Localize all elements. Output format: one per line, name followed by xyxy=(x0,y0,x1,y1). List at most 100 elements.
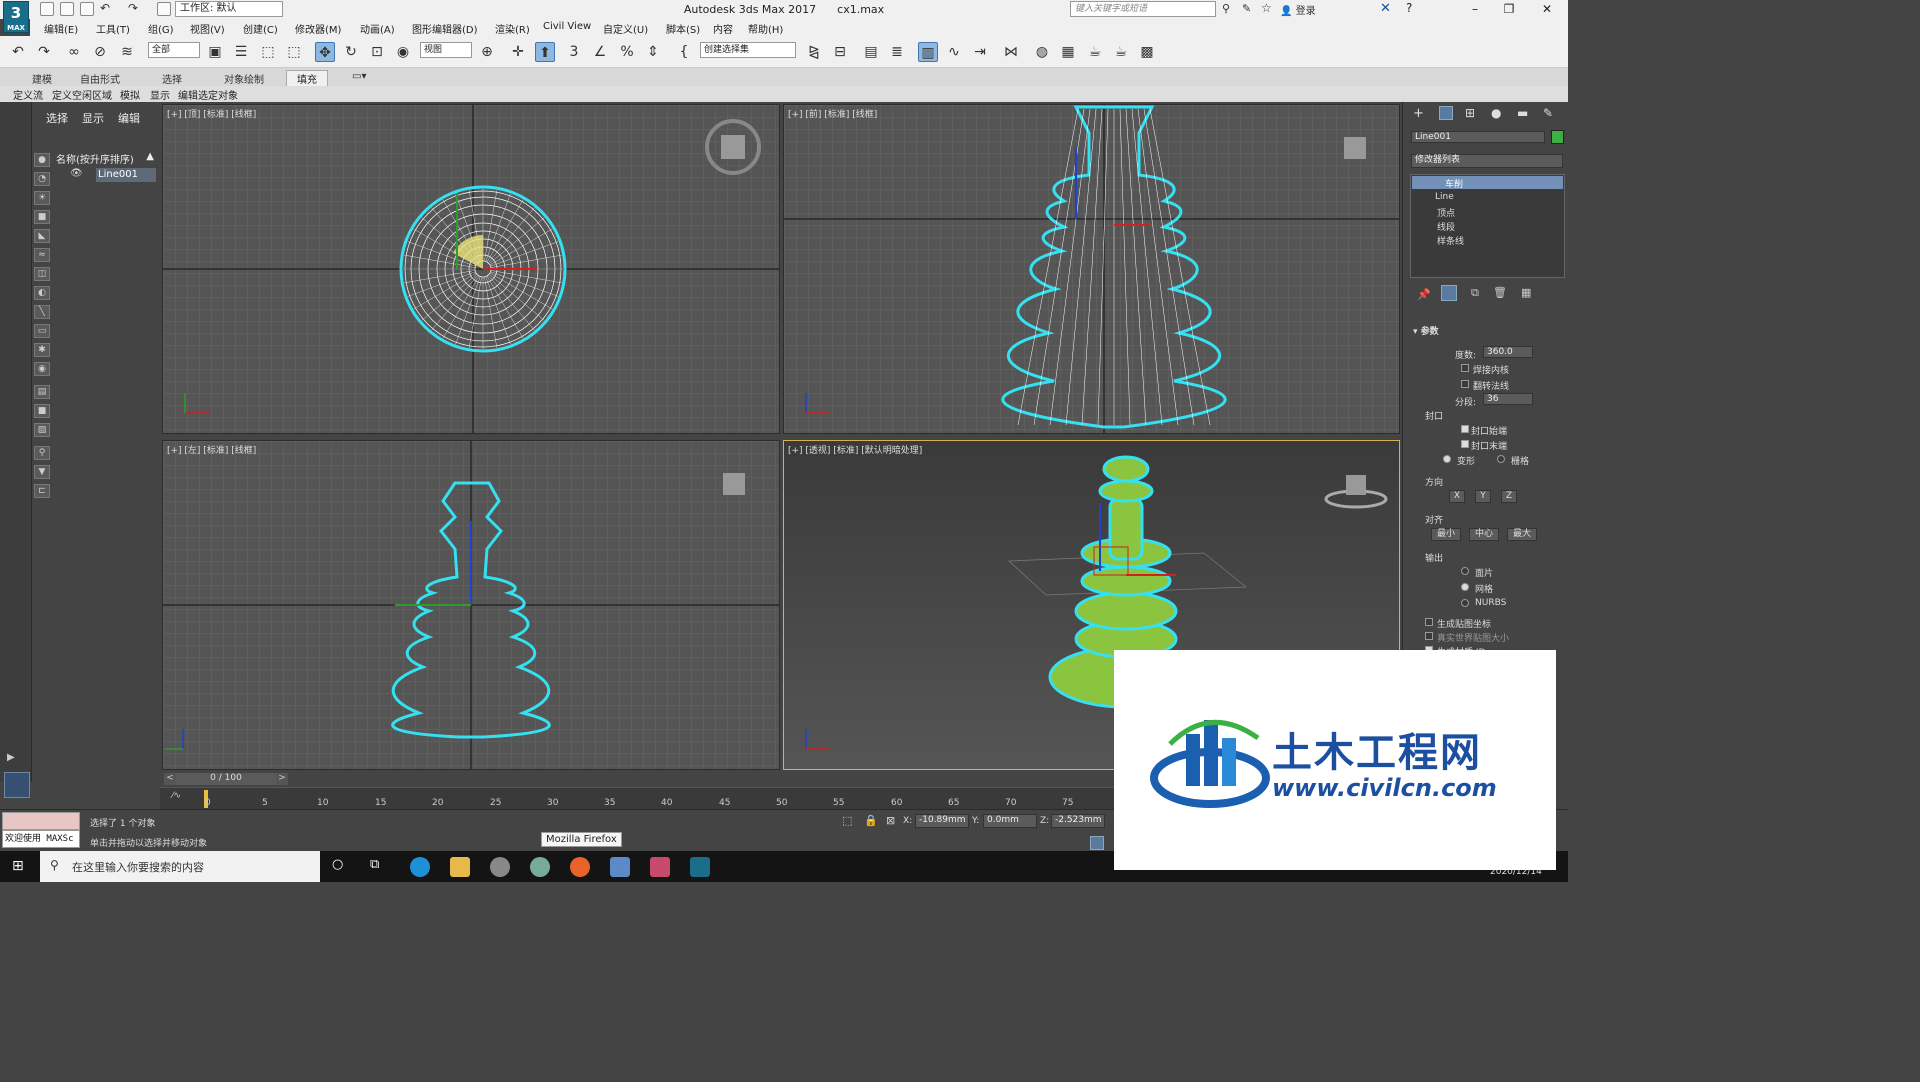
undo-icon[interactable]: ↶ xyxy=(100,1,110,15)
render-production-icon[interactable]: ☕ xyxy=(1111,42,1131,62)
filter-xrefs-icon[interactable]: ◐ xyxy=(34,286,50,300)
direction-z-button[interactable]: Z xyxy=(1501,490,1517,503)
redo-icon[interactable]: ↷ xyxy=(128,1,138,15)
z-coord-field[interactable]: -2.523mm xyxy=(1051,814,1105,828)
direction-x-button[interactable]: X xyxy=(1449,490,1465,503)
align-min-button[interactable]: 最小 xyxy=(1431,528,1461,541)
prev-frame-button[interactable]: < xyxy=(164,773,176,785)
scene-item-line001[interactable]: Line001 xyxy=(96,168,156,182)
layer-explorer-icon[interactable]: ≣ xyxy=(887,42,907,62)
flip-normals-checkbox[interactable] xyxy=(1461,380,1469,388)
tab-object-paint[interactable]: 对象绘制 xyxy=(224,71,264,86)
make-unique-icon[interactable]: ⧉ xyxy=(1471,286,1479,300)
workspace-select[interactable]: 工作区: 默认 xyxy=(175,1,283,17)
align-center-button[interactable]: 中心 xyxy=(1469,528,1499,541)
container-icon[interactable]: ⊏ xyxy=(34,484,50,498)
viewport-left[interactable]: [+] [左] [标准] [线框] xyxy=(162,440,780,770)
select-object-icon[interactable]: ▣ xyxy=(205,42,225,62)
viewport-top[interactable]: [+] [顶] [标准] [线框] xyxy=(162,104,780,434)
named-selection-select[interactable]: 创建选择集 xyxy=(700,42,796,58)
snap-toggle-icon[interactable]: 3 xyxy=(564,42,584,62)
viewport-layout-icon[interactable] xyxy=(4,772,30,798)
create-tab-icon[interactable]: + xyxy=(1413,106,1424,121)
filter-bones-icon[interactable]: ╲ xyxy=(34,305,50,319)
ribbon-toggle-icon[interactable]: ▥ xyxy=(918,42,938,62)
maxscript-listener[interactable]: 欢迎使用 MAXSc xyxy=(2,830,80,848)
show-end-result-icon[interactable] xyxy=(1441,285,1457,301)
save-file-icon[interactable] xyxy=(80,2,94,16)
open-file-icon[interactable] xyxy=(60,2,74,16)
lock-selection-icon[interactable]: 🔒 xyxy=(864,814,878,827)
stack-item-spline[interactable]: 样条线 xyxy=(1437,234,1464,247)
subscription-icon[interactable]: ✎ xyxy=(1242,2,1251,15)
grid-radio[interactable] xyxy=(1497,455,1505,463)
binoculars-icon[interactable]: ⚲ xyxy=(1222,2,1230,15)
degrees-spinner[interactable]: 360.0 xyxy=(1483,346,1533,358)
angle-snap-icon[interactable]: ∠ xyxy=(590,42,610,62)
display-button[interactable]: 显示 xyxy=(150,87,170,102)
object-name-field[interactable]: Line001 xyxy=(1411,131,1545,143)
spinner-snap-icon[interactable]: ⇕ xyxy=(643,42,663,62)
align-max-button[interactable]: 最大 xyxy=(1507,528,1537,541)
bind-spacewarp-icon[interactable]: ≋ xyxy=(117,42,137,62)
filter-geometry-icon[interactable]: ● xyxy=(34,153,50,167)
abs-mode-icon[interactable]: ⊠ xyxy=(886,814,895,827)
cap-start-checkbox[interactable] xyxy=(1461,425,1469,433)
stack-item-vertex[interactable]: 顶点 xyxy=(1437,206,1455,219)
close-button[interactable]: ✕ xyxy=(1530,0,1564,19)
filter-shapes-icon[interactable]: ◔ xyxy=(34,172,50,186)
render-cloud-icon[interactable]: ▩ xyxy=(1137,42,1157,62)
viewport-left-label[interactable]: [+] [左] [标准] [线框] xyxy=(167,443,256,456)
mini-curve-icon[interactable]: ⁄∿ xyxy=(172,791,181,801)
keyboard-shortcut-icon[interactable]: ⬆ xyxy=(535,42,555,62)
windows-start-icon[interactable]: ⊞ xyxy=(12,858,24,874)
new-file-icon[interactable] xyxy=(40,2,54,16)
scene-tab-select[interactable]: 选择 xyxy=(46,110,68,126)
hierarchy-tab-icon[interactable]: ⊞ xyxy=(1465,106,1475,120)
nurbs-radio[interactable] xyxy=(1461,599,1469,607)
motion-tab-icon[interactable]: ● xyxy=(1491,106,1501,120)
app-icon-2[interactable] xyxy=(530,857,550,877)
file-explorer-icon[interactable] xyxy=(450,857,470,877)
curve-editor-icon[interactable]: ∿ xyxy=(944,42,964,62)
pivot-center-icon[interactable]: ⊕ xyxy=(477,42,497,62)
filter-helpers-icon[interactable]: ◣ xyxy=(34,229,50,243)
viewport-front[interactable]: [+] [前] [标准] [线框] xyxy=(783,104,1400,434)
edit-named-sets-icon[interactable]: { xyxy=(674,42,694,62)
select-move-icon[interactable]: ✥ xyxy=(315,42,335,62)
selection-filter-select[interactable]: 全部 xyxy=(148,42,200,58)
select-scale-icon[interactable]: ⊡ xyxy=(367,42,387,62)
app-icon-4[interactable] xyxy=(650,857,670,877)
patch-radio[interactable] xyxy=(1461,567,1469,575)
real-world-checkbox[interactable] xyxy=(1425,632,1433,640)
object-color-swatch[interactable] xyxy=(1551,130,1564,144)
render-setup-icon[interactable]: ▦ xyxy=(1058,42,1078,62)
ribbon-options-icon[interactable]: ▭▾ xyxy=(352,71,366,82)
configure-sets-icon[interactable]: ▦ xyxy=(1521,286,1531,299)
dope-sheet-icon[interactable]: ⇥ xyxy=(970,42,990,62)
morph-radio[interactable] xyxy=(1443,455,1451,463)
select-rotate-icon[interactable]: ↻ xyxy=(341,42,361,62)
visibility-eye-icon[interactable]: 👁 xyxy=(70,168,83,179)
filter-lights-icon[interactable]: ☀ xyxy=(34,191,50,205)
display-invert-icon[interactable]: ▧ xyxy=(34,423,50,437)
minimize-button[interactable]: – xyxy=(1458,0,1492,19)
simulate-button[interactable]: 模拟 xyxy=(120,87,140,102)
display-none-icon[interactable]: ■ xyxy=(34,404,50,418)
filter-hidden-icon[interactable]: ◉ xyxy=(34,362,50,376)
rect-selection-icon[interactable]: ⬚ xyxy=(258,42,278,62)
tab-freeform[interactable]: 自由形式 xyxy=(80,71,120,86)
app-icon-3[interactable] xyxy=(610,857,630,877)
isolate-icon[interactable]: ⬚ xyxy=(842,814,852,827)
search-input[interactable]: 键入关键字或短语 xyxy=(1070,1,1216,17)
cortana-icon[interactable]: ○ xyxy=(332,857,343,872)
maximize-button[interactable]: ❐ xyxy=(1492,0,1526,19)
login-button[interactable]: 👤 登录 xyxy=(1280,2,1316,17)
display-all-icon[interactable]: ▤ xyxy=(34,385,50,399)
menu-civil-view[interactable]: Civil View xyxy=(543,19,591,34)
align-icon[interactable]: ⊟ xyxy=(830,42,850,62)
segments-spinner[interactable]: 36 xyxy=(1483,393,1533,405)
define-flows-button[interactable]: 定义流 xyxy=(13,87,43,102)
taskbar-search-box[interactable]: ⚲ 在这里输入你要搜索的内容 xyxy=(40,851,320,882)
tab-modeling[interactable]: 建模 xyxy=(32,71,52,86)
